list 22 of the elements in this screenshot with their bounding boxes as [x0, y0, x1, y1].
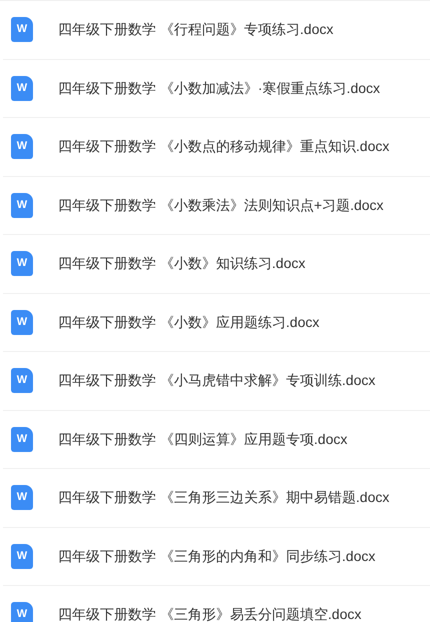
file-name[interactable]: 四年级下册数学 《小马虎错中求解》专项训练.docx — [58, 370, 376, 392]
word-file-icon: W — [11, 602, 33, 622]
word-file-icon: W — [11, 76, 33, 101]
word-file-icon: W — [11, 485, 33, 510]
file-name[interactable]: 四年级下册数学 《小数乘法》法则知识点+习题.docx — [58, 194, 384, 216]
word-file-icon: W — [11, 134, 33, 160]
word-file-icon: W — [11, 544, 33, 569]
file-name[interactable]: 四年级下册数学 《小数加减法》·寒假重点练习.docx — [58, 78, 380, 99]
word-file-icon: W — [11, 17, 33, 42]
word-file-icon: W — [11, 310, 33, 335]
file-name[interactable]: 四年级下册数学 《小数》知识练习.docx — [58, 253, 306, 274]
word-file-icon: W — [11, 368, 33, 394]
word-file-icon: W — [11, 251, 33, 276]
file-name[interactable]: 四年级下册数学 《三角形的内角和》同步练习.docx — [58, 546, 376, 567]
file-name[interactable]: 四年级下册数学 《小数点的移动规律》重点知识.docx — [58, 136, 390, 158]
file-name[interactable]: 四年级下册数学 《行程问题》专项练习.docx — [58, 19, 334, 40]
file-name[interactable]: 四年级下册数学 《三角形三边关系》期中易错题.docx — [58, 487, 390, 508]
file-name[interactable]: 四年级下册数学 《四则运算》应用题专项.docx — [58, 428, 348, 450]
word-file-icon: W — [11, 192, 33, 218]
word-file-icon: W — [11, 426, 33, 452]
file-name[interactable]: 四年级下册数学 《小数》应用题练习.docx — [58, 312, 320, 333]
file-name[interactable]: 四年级下册数学 《三角形》易丢分问题填空.docx — [58, 604, 362, 622]
